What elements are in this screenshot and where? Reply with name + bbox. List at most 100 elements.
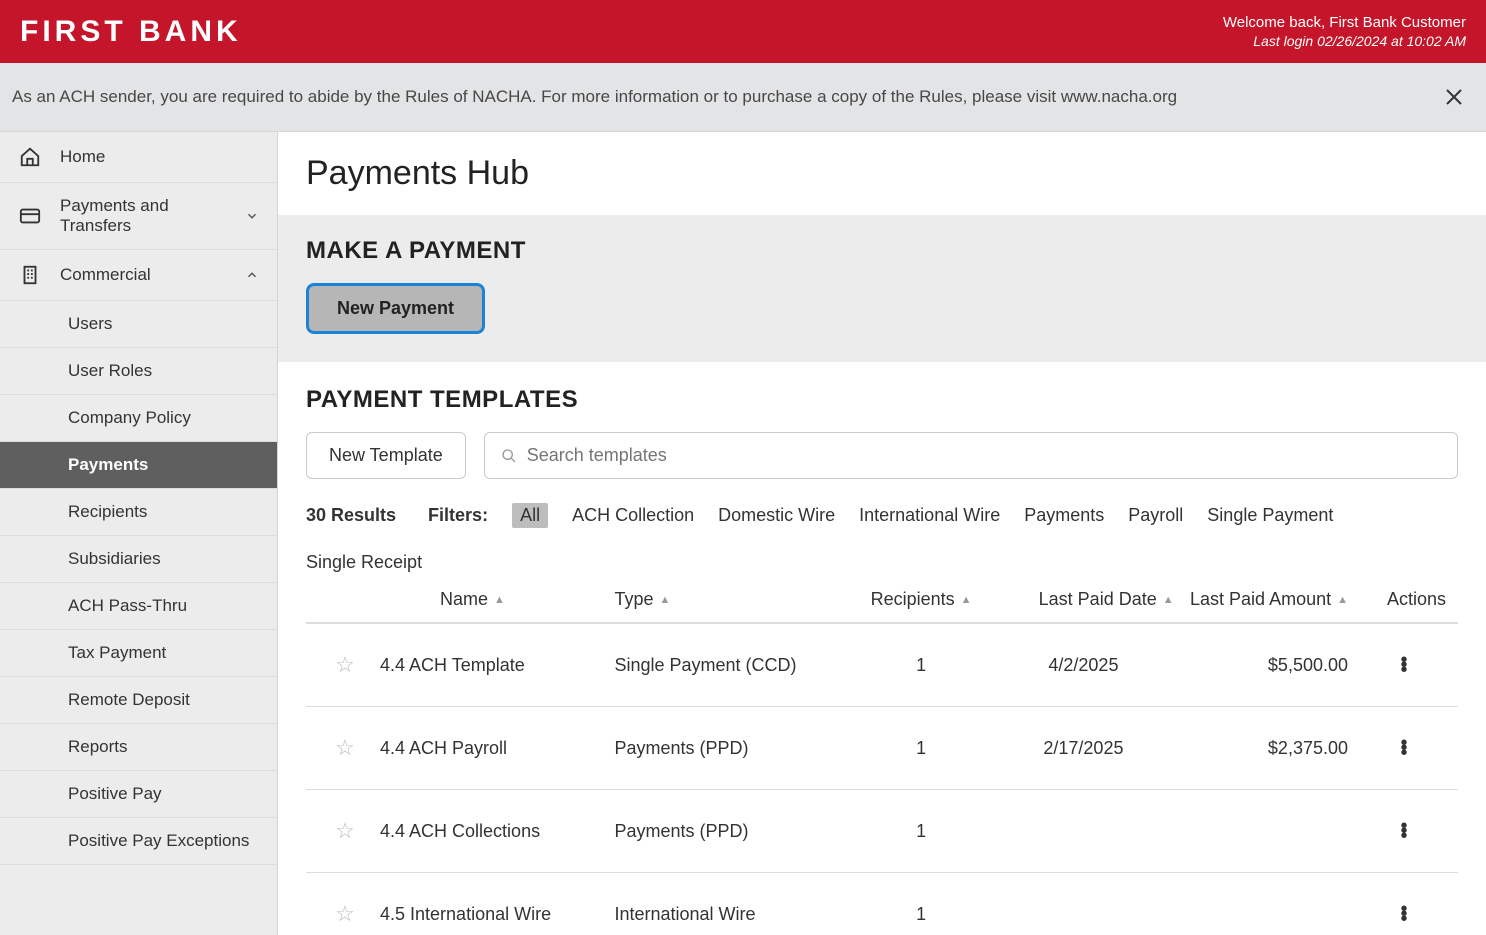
make-payment-section: MAKE A PAYMENT New Payment (278, 215, 1486, 362)
table-row: ☆ 4.4 ACH Payroll Payments (PPD) 1 2/17/… (306, 707, 1458, 790)
close-icon[interactable] (1440, 83, 1468, 111)
th-actions: Actions (1354, 589, 1454, 610)
bank-logo: FIRST BANK (20, 15, 242, 49)
sidebar-item-remote-deposit[interactable]: Remote Deposit (0, 677, 277, 724)
table-row: ☆ 4.5 International Wire International W… (306, 873, 1458, 935)
th-label: Name (440, 589, 488, 610)
th-label: Last Paid Date (1039, 589, 1157, 610)
sort-icon: ▲ (494, 594, 505, 606)
th-label: Recipients (871, 589, 955, 610)
sidebar: Home Payments and Transfers Commercial U… (0, 132, 278, 935)
row-type: International Wire (614, 904, 848, 925)
filter-single-payment[interactable]: Single Payment (1207, 505, 1333, 526)
th-type[interactable]: Type ▲ (614, 589, 848, 610)
chevron-down-icon (245, 209, 259, 223)
make-payment-heading: MAKE A PAYMENT (306, 237, 1458, 265)
templates-section: PAYMENT TEMPLATES New Template 30 Result… (278, 362, 1486, 935)
new-payment-button[interactable]: New Payment (306, 283, 485, 334)
row-name: 4.4 ACH Collections (380, 821, 614, 842)
filter-all[interactable]: All (512, 503, 548, 528)
sidebar-item-label: Commercial (60, 265, 151, 285)
sort-icon: ▲ (660, 594, 671, 606)
sidebar-item-positive-pay[interactable]: Positive Pay (0, 771, 277, 818)
th-name[interactable]: Name ▲ (380, 589, 614, 610)
row-last-paid-amount: $2,375.00 (1174, 738, 1354, 759)
filter-domestic-wire[interactable]: Domestic Wire (718, 505, 835, 526)
card-icon (18, 204, 42, 228)
row-recipients: 1 (849, 821, 993, 842)
sidebar-item-positive-pay-ex[interactable]: Positive Pay Exceptions (0, 818, 277, 865)
sidebar-item-home[interactable]: Home (0, 132, 277, 183)
filter-payments[interactable]: Payments (1024, 505, 1104, 526)
search-templates-wrap[interactable] (484, 432, 1458, 479)
filters-row: 30 Results Filters: All ACH Collection D… (306, 503, 1458, 573)
row-recipients: 1 (849, 655, 993, 676)
sort-icon: ▲ (1337, 594, 1348, 606)
row-name: 4.4 ACH Payroll (380, 738, 614, 759)
favorite-icon[interactable]: ☆ (310, 735, 380, 761)
app-header: FIRST BANK Welcome back, First Bank Cust… (0, 0, 1486, 63)
main-content: Payments Hub MAKE A PAYMENT New Payment … (278, 132, 1486, 935)
chevron-up-icon (245, 268, 259, 282)
sidebar-item-users[interactable]: Users (0, 301, 277, 348)
row-last-paid-amount: $5,500.00 (1174, 655, 1354, 676)
table-row: ☆ 4.4 ACH Collections Payments (PPD) 1 •… (306, 790, 1458, 873)
sidebar-item-tax-payment[interactable]: Tax Payment (0, 630, 277, 677)
sidebar-item-company-policy[interactable]: Company Policy (0, 395, 277, 442)
table-row: ☆ 4.4 ACH Template Single Payment (CCD) … (306, 624, 1458, 707)
th-last-paid-date[interactable]: Last Paid Date ▲ (993, 589, 1173, 610)
sidebar-item-label: Home (60, 147, 105, 167)
th-label: Type (614, 589, 653, 610)
row-type: Payments (PPD) (614, 821, 848, 842)
results-count: 30 Results (306, 505, 396, 526)
row-actions-icon[interactable]: ••• (1354, 658, 1454, 673)
last-login-text: Last login 02/26/2024 at 10:02 AM (1223, 33, 1466, 49)
sidebar-item-recipients[interactable]: Recipients (0, 489, 277, 536)
row-name: 4.5 International Wire (380, 904, 614, 925)
sidebar-item-payments[interactable]: Payments (0, 442, 277, 489)
sidebar-item-label: Payments and Transfers (60, 196, 227, 236)
row-name: 4.4 ACH Template (380, 655, 614, 676)
filters-label: Filters: (428, 505, 488, 526)
page-title: Payments Hub (278, 132, 1486, 215)
row-recipients: 1 (849, 904, 993, 925)
sidebar-item-payments-transfers[interactable]: Payments and Transfers (0, 183, 277, 250)
filter-single-receipt[interactable]: Single Receipt (306, 552, 422, 573)
new-template-button[interactable]: New Template (306, 432, 466, 479)
row-actions-icon[interactable]: ••• (1354, 907, 1454, 922)
favorite-icon[interactable]: ☆ (310, 901, 380, 927)
home-icon (18, 145, 42, 169)
sidebar-item-commercial[interactable]: Commercial (0, 250, 277, 301)
notice-text: As an ACH sender, you are required to ab… (12, 87, 1177, 107)
templates-table: Name ▲ Type ▲ Recipients ▲ Last Paid Dat… (306, 589, 1458, 935)
templates-heading: PAYMENT TEMPLATES (306, 386, 1458, 414)
welcome-block: Welcome back, First Bank Customer Last l… (1223, 14, 1466, 49)
notice-bar: As an ACH sender, you are required to ab… (0, 63, 1486, 132)
building-icon (18, 263, 42, 287)
th-last-paid-amount[interactable]: Last Paid Amount ▲ (1174, 589, 1354, 610)
sidebar-item-ach-passthru[interactable]: ACH Pass-Thru (0, 583, 277, 630)
row-recipients: 1 (849, 738, 993, 759)
th-label: Last Paid Amount (1190, 589, 1331, 610)
search-icon (501, 448, 517, 464)
favorite-icon[interactable]: ☆ (310, 818, 380, 844)
favorite-icon[interactable]: ☆ (310, 652, 380, 678)
th-recipients[interactable]: Recipients ▲ (849, 589, 993, 610)
filter-ach-collection[interactable]: ACH Collection (572, 505, 694, 526)
search-input[interactable] (527, 445, 1441, 466)
row-type: Single Payment (CCD) (614, 655, 848, 676)
row-type: Payments (PPD) (614, 738, 848, 759)
row-actions-icon[interactable]: ••• (1354, 741, 1454, 756)
sidebar-item-reports[interactable]: Reports (0, 724, 277, 771)
sort-icon: ▲ (1163, 594, 1174, 606)
welcome-text: Welcome back, First Bank Customer (1223, 14, 1466, 31)
row-last-paid-date: 4/2/2025 (993, 655, 1173, 676)
row-last-paid-date: 2/17/2025 (993, 738, 1173, 759)
sort-icon: ▲ (961, 594, 972, 606)
sidebar-item-user-roles[interactable]: User Roles (0, 348, 277, 395)
sidebar-item-subsidiaries[interactable]: Subsidiaries (0, 536, 277, 583)
filter-international-wire[interactable]: International Wire (859, 505, 1000, 526)
filter-payroll[interactable]: Payroll (1128, 505, 1183, 526)
table-header: Name ▲ Type ▲ Recipients ▲ Last Paid Dat… (306, 589, 1458, 624)
row-actions-icon[interactable]: ••• (1354, 824, 1454, 839)
